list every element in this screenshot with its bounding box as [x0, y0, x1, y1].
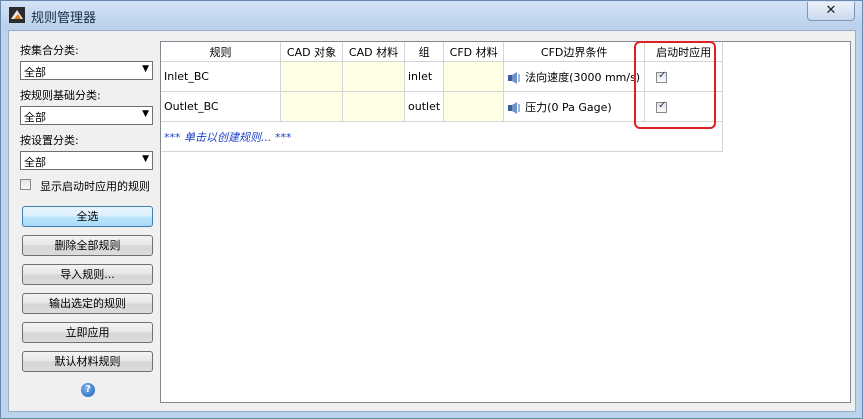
- filter-by-rule-basis-select[interactable]: 全部 ▼: [20, 106, 153, 125]
- boundary-condition-icon: [508, 101, 521, 114]
- filter-by-setting-label: 按设置分类:: [20, 134, 79, 147]
- column-header-group[interactable]: 组: [404, 42, 445, 62]
- chevron-down-icon: ▼: [142, 64, 149, 74]
- cfd-boundary-condition-cell[interactable]: 压力(0 Pa Gage): [503, 91, 646, 122]
- cfd-material-cell[interactable]: [443, 91, 505, 122]
- table-header-row: 规则 CAD 对象 CAD 材料 组 CFD 材料 CFD边界条件 启动时应用: [161, 42, 724, 62]
- app-icon: [9, 7, 25, 23]
- delete-all-rules-button[interactable]: 删除全部规则: [22, 235, 153, 256]
- cad-object-cell[interactable]: [280, 61, 343, 92]
- apply-now-button[interactable]: 立即应用: [22, 322, 153, 343]
- column-header-cfd-boundary-condition[interactable]: CFD边界条件: [503, 42, 646, 62]
- group-cell[interactable]: outlet: [404, 91, 445, 122]
- close-icon: ✕: [825, 3, 837, 18]
- default-material-rules-button[interactable]: 默认材料规则: [22, 351, 153, 372]
- column-header-cfd-material[interactable]: CFD 材料: [443, 42, 505, 62]
- left-panel: 按集合分类: 全部 ▼ 按规则基础分类: 全部 ▼ 按设置分类: 全部 ▼ 显示…: [9, 31, 159, 411]
- client-area: 按集合分类: 全部 ▼ 按规则基础分类: 全部 ▼ 按设置分类: 全部 ▼ 显示…: [8, 30, 856, 412]
- close-button[interactable]: ✕: [807, 2, 855, 21]
- column-header-cad-material[interactable]: CAD 材料: [342, 42, 405, 62]
- filter-by-setting-value: 全部: [24, 156, 46, 169]
- create-rule-row[interactable]: *** 单击以创建规则... ***: [161, 121, 724, 152]
- select-all-button[interactable]: 全选: [22, 206, 153, 227]
- apply-on-startup-cell: ✓: [644, 61, 724, 92]
- filter-by-set-value: 全部: [24, 66, 46, 79]
- filter-by-rule-basis-label: 按规则基础分类:: [20, 89, 101, 102]
- filter-by-setting-select[interactable]: 全部 ▼: [20, 151, 153, 170]
- group-cell[interactable]: inlet: [404, 61, 445, 92]
- import-rules-button[interactable]: 导入规则...: [22, 264, 153, 285]
- cad-material-cell[interactable]: [342, 91, 405, 122]
- column-header-cad-object[interactable]: CAD 对象: [280, 42, 343, 62]
- column-header-rule[interactable]: 规则: [161, 42, 281, 62]
- cfd-boundary-condition-cell[interactable]: 法向速度(3000 mm/s): [503, 61, 646, 92]
- chevron-down-icon: ▼: [142, 154, 149, 164]
- cfd-material-cell[interactable]: [443, 61, 505, 92]
- apply-on-startup-checkbox[interactable]: ✓: [656, 99, 668, 113]
- rule-name-cell[interactable]: Inlet_BC: [161, 61, 281, 92]
- apply-on-startup-cell: ✓: [644, 91, 724, 122]
- rules-table: 规则 CAD 对象 CAD 材料 组 CFD 材料 CFD边界条件 启动时应用 …: [161, 42, 724, 152]
- column-header-apply-on-startup[interactable]: 启动时应用: [644, 42, 724, 62]
- table-row[interactable]: Inlet_BC inlet 法向速度(3000 mm/s) ✓: [161, 61, 724, 92]
- cfd-boundary-condition-text: 压力(0 Pa Gage): [525, 100, 612, 114]
- cfd-boundary-condition-text: 法向速度(3000 mm/s): [525, 70, 641, 84]
- cad-object-cell[interactable]: [280, 91, 343, 122]
- checkmark-icon: ✓: [658, 99, 667, 111]
- window-title: 规则管理器: [31, 11, 97, 26]
- help-icon[interactable]: ?: [81, 383, 95, 397]
- rules-grid-panel: 规则 CAD 对象 CAD 材料 组 CFD 材料 CFD边界条件 启动时应用 …: [160, 41, 851, 403]
- cad-material-cell[interactable]: [342, 61, 405, 92]
- table-row[interactable]: Outlet_BC outlet 压力(0 Pa Gage) ✓: [161, 91, 724, 122]
- show-startup-rules-checkbox[interactable]: [20, 179, 31, 190]
- filter-by-rule-basis-value: 全部: [24, 111, 46, 124]
- boundary-condition-icon: [508, 71, 521, 84]
- filter-by-set-label: 按集合分类:: [20, 44, 79, 57]
- export-selected-rules-button[interactable]: 输出选定的规则: [22, 293, 153, 314]
- show-startup-rules-label: 显示启动时应用的规则: [40, 180, 150, 193]
- rule-manager-window: 规则管理器 ✕ 按集合分类: 全部 ▼ 按规则基础分类: 全部 ▼ 按设置分类:…: [0, 0, 863, 419]
- chevron-down-icon: ▼: [142, 109, 149, 119]
- title-bar[interactable]: 规则管理器 ✕: [1, 1, 862, 29]
- checkmark-icon: ✓: [658, 69, 667, 81]
- filter-by-set-select[interactable]: 全部 ▼: [20, 61, 153, 80]
- rule-name-cell[interactable]: Outlet_BC: [161, 91, 281, 122]
- apply-on-startup-checkbox[interactable]: ✓: [656, 69, 668, 83]
- create-rule-hint[interactable]: *** 单击以创建规则... ***: [161, 121, 724, 152]
